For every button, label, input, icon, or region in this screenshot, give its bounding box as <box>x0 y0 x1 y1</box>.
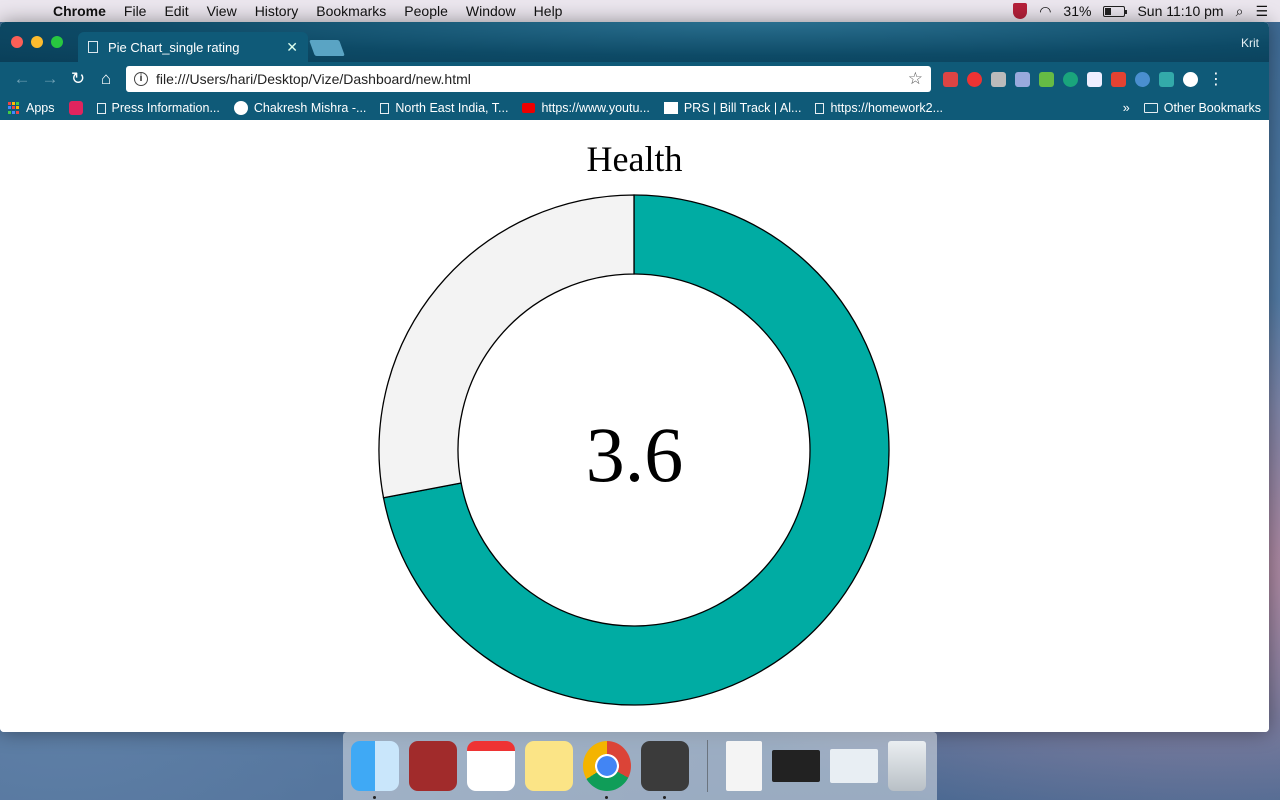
prs-icon <box>663 102 678 114</box>
folder-icon <box>1143 103 1158 113</box>
bookmark-label: North East India, T... <box>395 101 509 115</box>
chrome-menu-icon[interactable]: ⋮ <box>1208 69 1224 89</box>
address-bar[interactable]: i file:///Users/hari/Desktop/Vize/Dashbo… <box>126 66 931 92</box>
dock <box>343 732 937 800</box>
calendar-icon[interactable] <box>467 741 515 791</box>
bookmark-apps[interactable]: Apps <box>8 101 55 115</box>
todoist-icon[interactable] <box>1111 71 1126 87</box>
finder-icon[interactable] <box>351 741 399 799</box>
menu-bar: Chrome File Edit View History Bookmarks … <box>0 0 1280 22</box>
close-tab-icon[interactable]: ✕ <box>286 39 298 56</box>
chart-title: Health <box>586 139 683 179</box>
circle-ext-icon[interactable] <box>1183 71 1198 87</box>
bookmark-chakresh-mishra[interactable]: Chakresh Mishra -... <box>233 101 367 115</box>
rating-value: 3.6 <box>585 411 684 498</box>
youtube-icon <box>522 103 536 113</box>
page-content: Health 3.6 <box>0 120 1269 732</box>
notes-icon[interactable] <box>525 741 573 791</box>
bookmark-homework[interactable]: https://homework2... <box>815 101 943 115</box>
wifi-icon[interactable]: ◠ <box>1039 3 1051 20</box>
antivirus-icon[interactable] <box>1013 3 1028 19</box>
new-tab-button[interactable] <box>309 40 345 56</box>
page-icon <box>380 102 390 114</box>
other-bookmarks[interactable]: Other Bookmarks <box>1143 101 1261 115</box>
forward-icon[interactable]: → <box>36 69 64 89</box>
bookmark-north-east-india[interactable]: North East India, T... <box>380 101 508 115</box>
dock-separator <box>707 740 708 792</box>
home-icon[interactable]: ⌂ <box>92 69 120 89</box>
menu-help[interactable]: Help <box>525 3 572 19</box>
check-icon[interactable] <box>1135 71 1150 87</box>
bookmark-youtube[interactable]: https://www.youtu... <box>522 101 650 115</box>
bookmarks-overflow-icon[interactable]: » <box>1123 101 1130 115</box>
menu-view[interactable]: View <box>198 3 246 19</box>
page-icon <box>815 102 825 114</box>
close-window-button[interactable] <box>11 36 23 48</box>
menu-window[interactable]: Window <box>457 3 525 19</box>
gray-ext-icon[interactable] <box>991 71 1006 87</box>
running-indicator <box>373 796 376 799</box>
battery-icon[interactable] <box>1103 5 1128 17</box>
terminal-window-icon[interactable] <box>772 750 820 782</box>
bookmark-label: Apps <box>26 101 55 115</box>
clock[interactable]: Sun 11:10 pm <box>1137 3 1223 19</box>
spotlight-icon[interactable]: ⌕ <box>1236 3 1244 20</box>
browser-toolbar: ← → ↻ ⌂ i file:///Users/hari/Desktop/Viz… <box>0 62 1269 96</box>
title-bar: Pie Chart_single rating ✕ Krit <box>0 22 1269 62</box>
bookmark-label: https://homework2... <box>830 101 944 115</box>
bookmark-press-information[interactable]: Press Information... <box>96 101 220 115</box>
tag-ext-icon[interactable] <box>1015 71 1030 87</box>
arrow-ext-icon[interactable] <box>1159 71 1174 87</box>
red-ext-icon[interactable] <box>943 71 958 87</box>
page-icon <box>88 41 98 53</box>
profile-name[interactable]: Krit <box>1241 36 1259 50</box>
bookmark-label: Chakresh Mishra -... <box>253 101 367 115</box>
running-indicator <box>605 796 608 799</box>
chrome-icon[interactable] <box>583 741 631 799</box>
grammarly-icon[interactable] <box>1063 71 1078 87</box>
menu-people[interactable]: People <box>395 3 457 19</box>
menu-file[interactable]: File <box>115 3 156 19</box>
pocket-icon <box>68 101 83 115</box>
running-indicator <box>663 796 666 799</box>
other-bookmarks-label: Other Bookmarks <box>1163 101 1261 115</box>
sublime-icon[interactable] <box>641 741 689 799</box>
notification-center-icon[interactable]: ☰ <box>1255 3 1268 20</box>
minimize-window-button[interactable] <box>31 36 43 48</box>
page-icon <box>96 102 106 114</box>
extensions-bar <box>943 71 1198 87</box>
reload-icon[interactable]: ↻ <box>64 69 92 89</box>
menu-history[interactable]: History <box>246 3 308 19</box>
url-text[interactable]: file:///Users/hari/Desktop/Vize/Dashboar… <box>156 71 908 87</box>
puzzle-icon[interactable] <box>1087 71 1102 87</box>
tab-active[interactable]: Pie Chart_single rating ✕ <box>78 32 308 62</box>
info-icon[interactable]: i <box>134 72 148 86</box>
menu-app-name[interactable]: Chrome <box>44 3 115 19</box>
document-icon[interactable] <box>726 741 762 791</box>
bookmark-label: Press Information... <box>111 101 220 115</box>
shield-ext-icon[interactable] <box>967 71 982 87</box>
bookmark-label: PRS | Bill Track | Al... <box>683 101 802 115</box>
window-controls <box>11 36 63 48</box>
bookmarks-bar: Apps Press Information... Chakresh Mishr… <box>0 96 1269 120</box>
bookmark-star-icon[interactable]: ☆ <box>908 69 923 89</box>
maximize-window-button[interactable] <box>51 36 63 48</box>
chrome-window-icon[interactable] <box>830 749 878 783</box>
bookmark-label: https://www.youtu... <box>541 101 650 115</box>
dictionary-icon[interactable] <box>409 741 457 791</box>
wordpress-icon <box>233 101 248 115</box>
back-icon[interactable]: ← <box>8 69 36 89</box>
status-area: ◠ 31% Sun 11:10 pm ⌕ ☰ <box>1013 3 1280 20</box>
bookmarks-right: » Other Bookmarks <box>1123 101 1261 115</box>
map-ext-icon[interactable] <box>1039 71 1054 87</box>
menu-edit[interactable]: Edit <box>155 3 197 19</box>
browser-window: Pie Chart_single rating ✕ Krit ← → ↻ ⌂ i… <box>0 22 1269 732</box>
trash-icon[interactable] <box>888 741 926 791</box>
battery-percent: 31% <box>1063 3 1092 19</box>
bookmark-prs-bill-track[interactable]: PRS | Bill Track | Al... <box>663 101 802 115</box>
tab-title: Pie Chart_single rating <box>108 39 240 55</box>
apps-grid-icon <box>8 102 20 114</box>
bookmark-pocket[interactable] <box>68 101 83 115</box>
menu-bookmarks[interactable]: Bookmarks <box>307 3 395 19</box>
